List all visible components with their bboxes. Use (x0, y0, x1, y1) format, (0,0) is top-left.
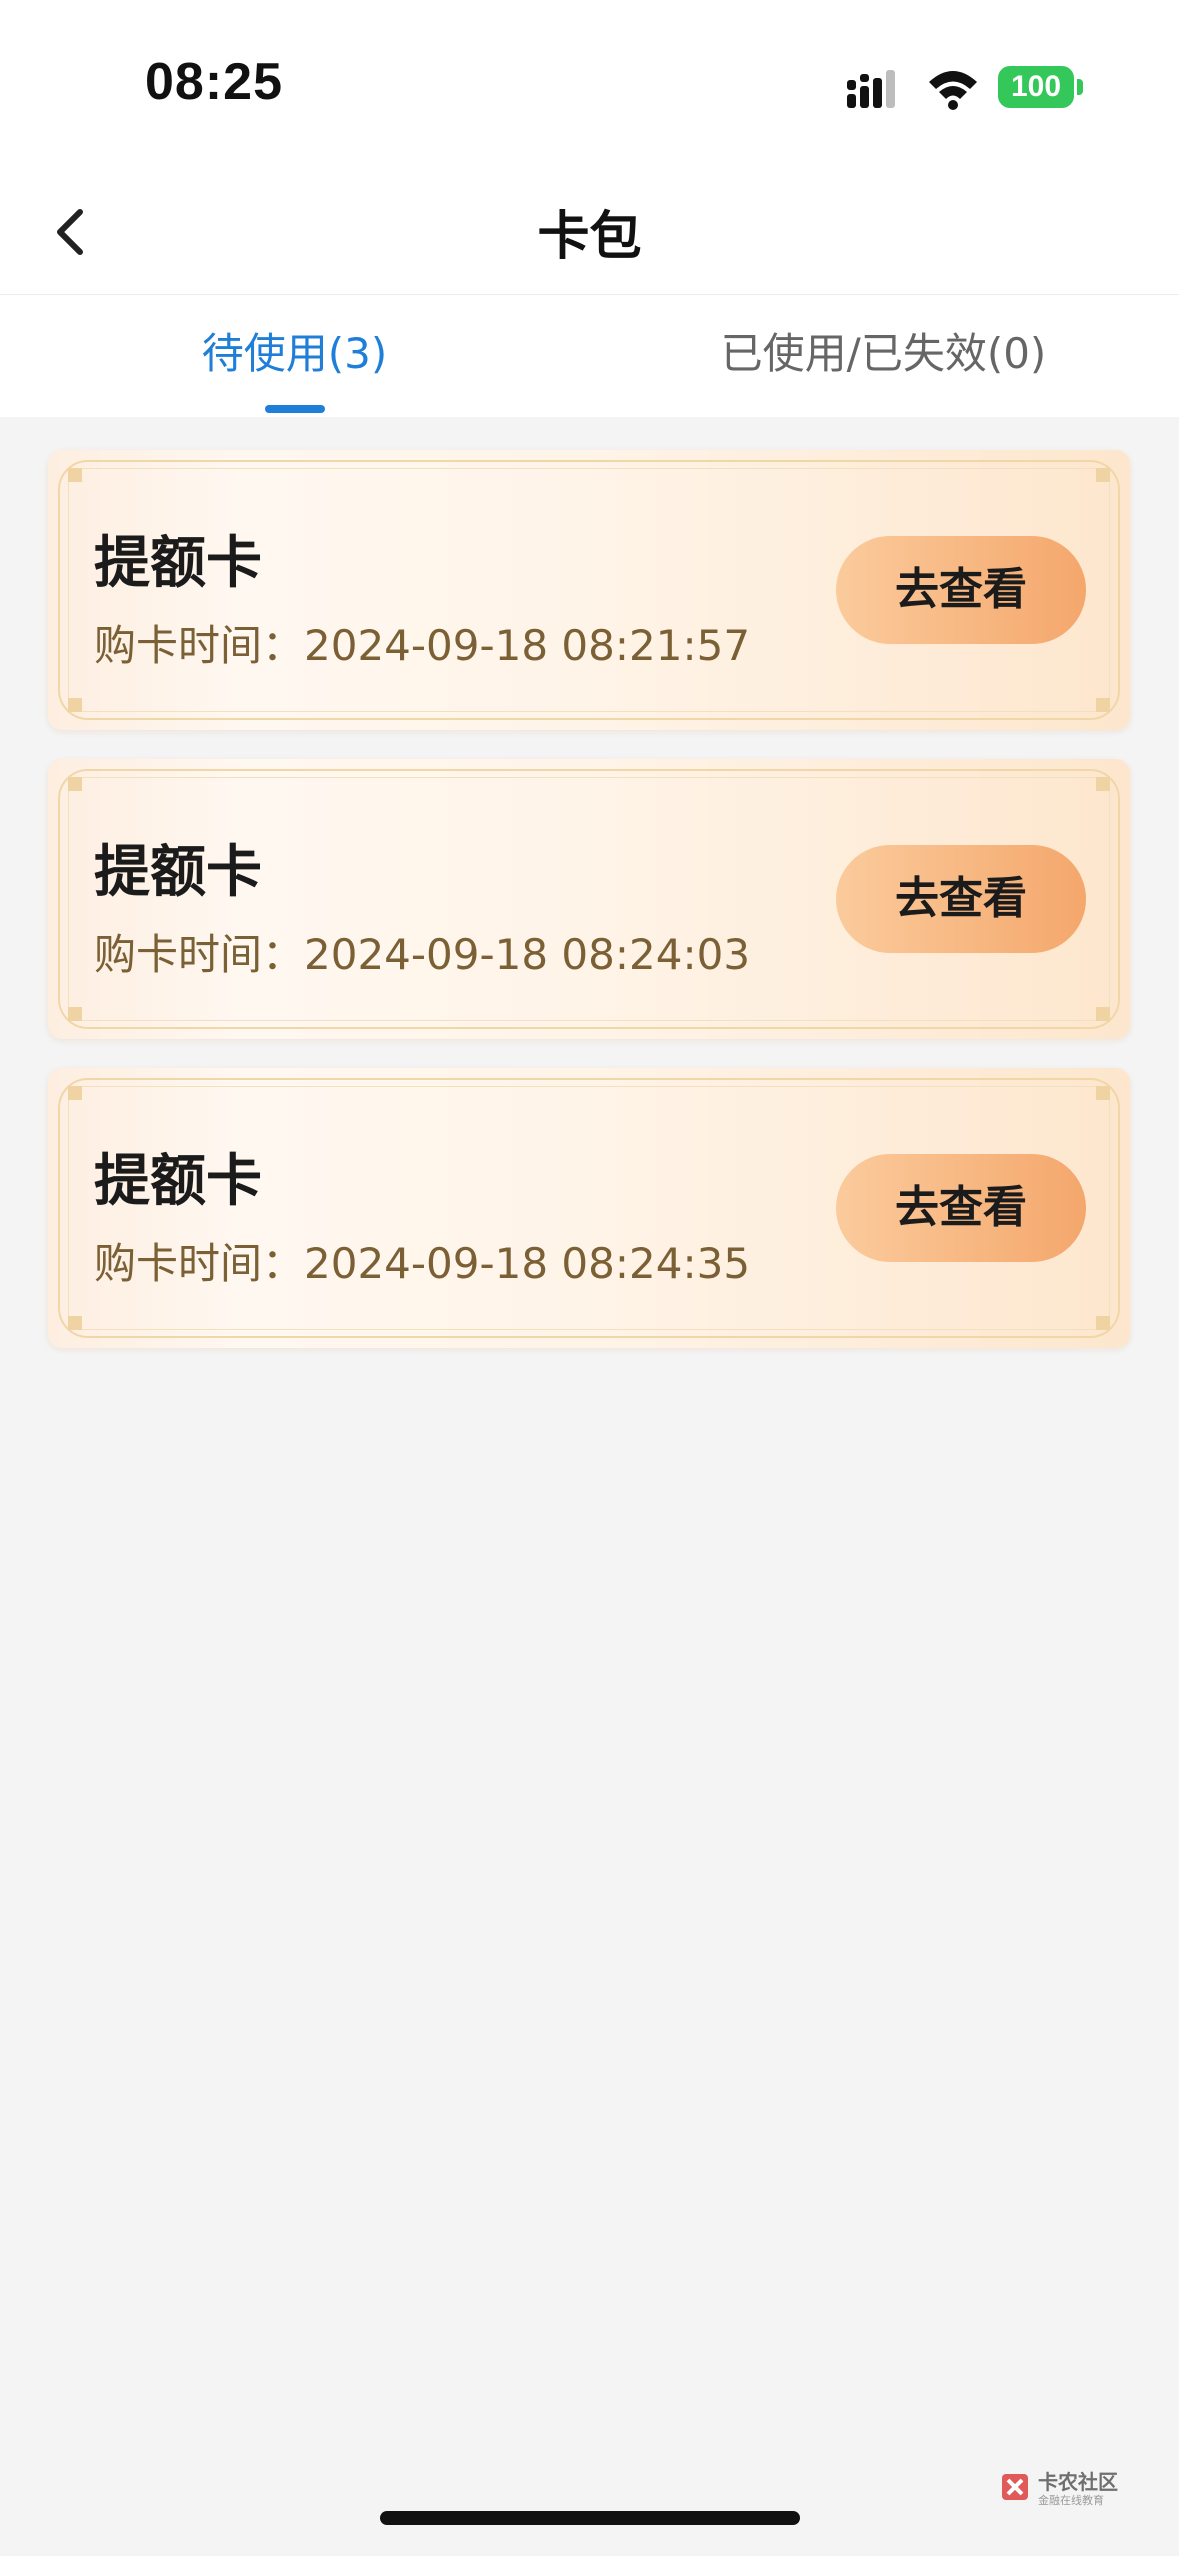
watermark-subtitle: 金融在线教育 (1038, 2494, 1104, 2507)
card-corner-ornament (68, 1007, 82, 1021)
view-button[interactable]: 去查看 (836, 536, 1086, 644)
nav-bar: 卡包 (0, 170, 1179, 295)
card-corner-ornament (68, 468, 82, 482)
battery-icon: 100 (998, 66, 1074, 108)
card-corner-ornament (1096, 1316, 1110, 1330)
card-corner-ornament (68, 1316, 82, 1330)
page-title: 卡包 (537, 207, 642, 267)
card-item[interactable]: 提额卡 购卡时间：2024-09-18 08:24:35 去查看 (48, 1068, 1130, 1348)
status-time: 08:25 (145, 53, 283, 111)
card-corner-ornament (68, 777, 82, 791)
tab-used-expired[interactable]: 已使用/已失效(0) (589, 295, 1178, 417)
active-tab-indicator (265, 405, 325, 413)
card-title: 提额卡 (94, 840, 262, 905)
card-purchase-time: 购卡时间：2024-09-18 08:24:03 (94, 930, 751, 979)
card-title: 提额卡 (94, 1149, 262, 1214)
home-indicator[interactable] (380, 2511, 800, 2525)
watermark-name: 卡农社区 (1038, 2470, 1118, 2494)
watermark-logo-icon (1002, 2474, 1028, 2500)
card-corner-ornament (1096, 468, 1110, 482)
watermark: 卡农社区 金融在线教育 (1000, 2466, 1140, 2514)
card-corner-ornament (68, 1086, 82, 1100)
card-corner-ornament (1096, 1007, 1110, 1021)
status-bar: 08:25 100 (0, 0, 1179, 170)
card-corner-ornament (68, 698, 82, 712)
card-purchase-time: 购卡时间：2024-09-18 08:21:57 (94, 621, 751, 670)
view-button[interactable]: 去查看 (836, 845, 1086, 953)
card-corner-ornament (1096, 777, 1110, 791)
card-title: 提额卡 (94, 531, 262, 596)
card-corner-ornament (1096, 1086, 1110, 1100)
battery-tip (1077, 79, 1083, 95)
card-item[interactable]: 提额卡 购卡时间：2024-09-18 08:21:57 去查看 (48, 450, 1130, 730)
tab-bar: 待使用(3) 已使用/已失效(0) (0, 295, 1179, 417)
cellular-signal-icon (847, 70, 895, 108)
wifi-icon (929, 71, 977, 110)
tab-unused[interactable]: 待使用(3) (0, 295, 589, 417)
card-item[interactable]: 提额卡 购卡时间：2024-09-18 08:24:03 去查看 (48, 759, 1130, 1039)
card-purchase-time: 购卡时间：2024-09-18 08:24:35 (94, 1239, 751, 1288)
view-button[interactable]: 去查看 (836, 1154, 1086, 1262)
card-corner-ornament (1096, 698, 1110, 712)
